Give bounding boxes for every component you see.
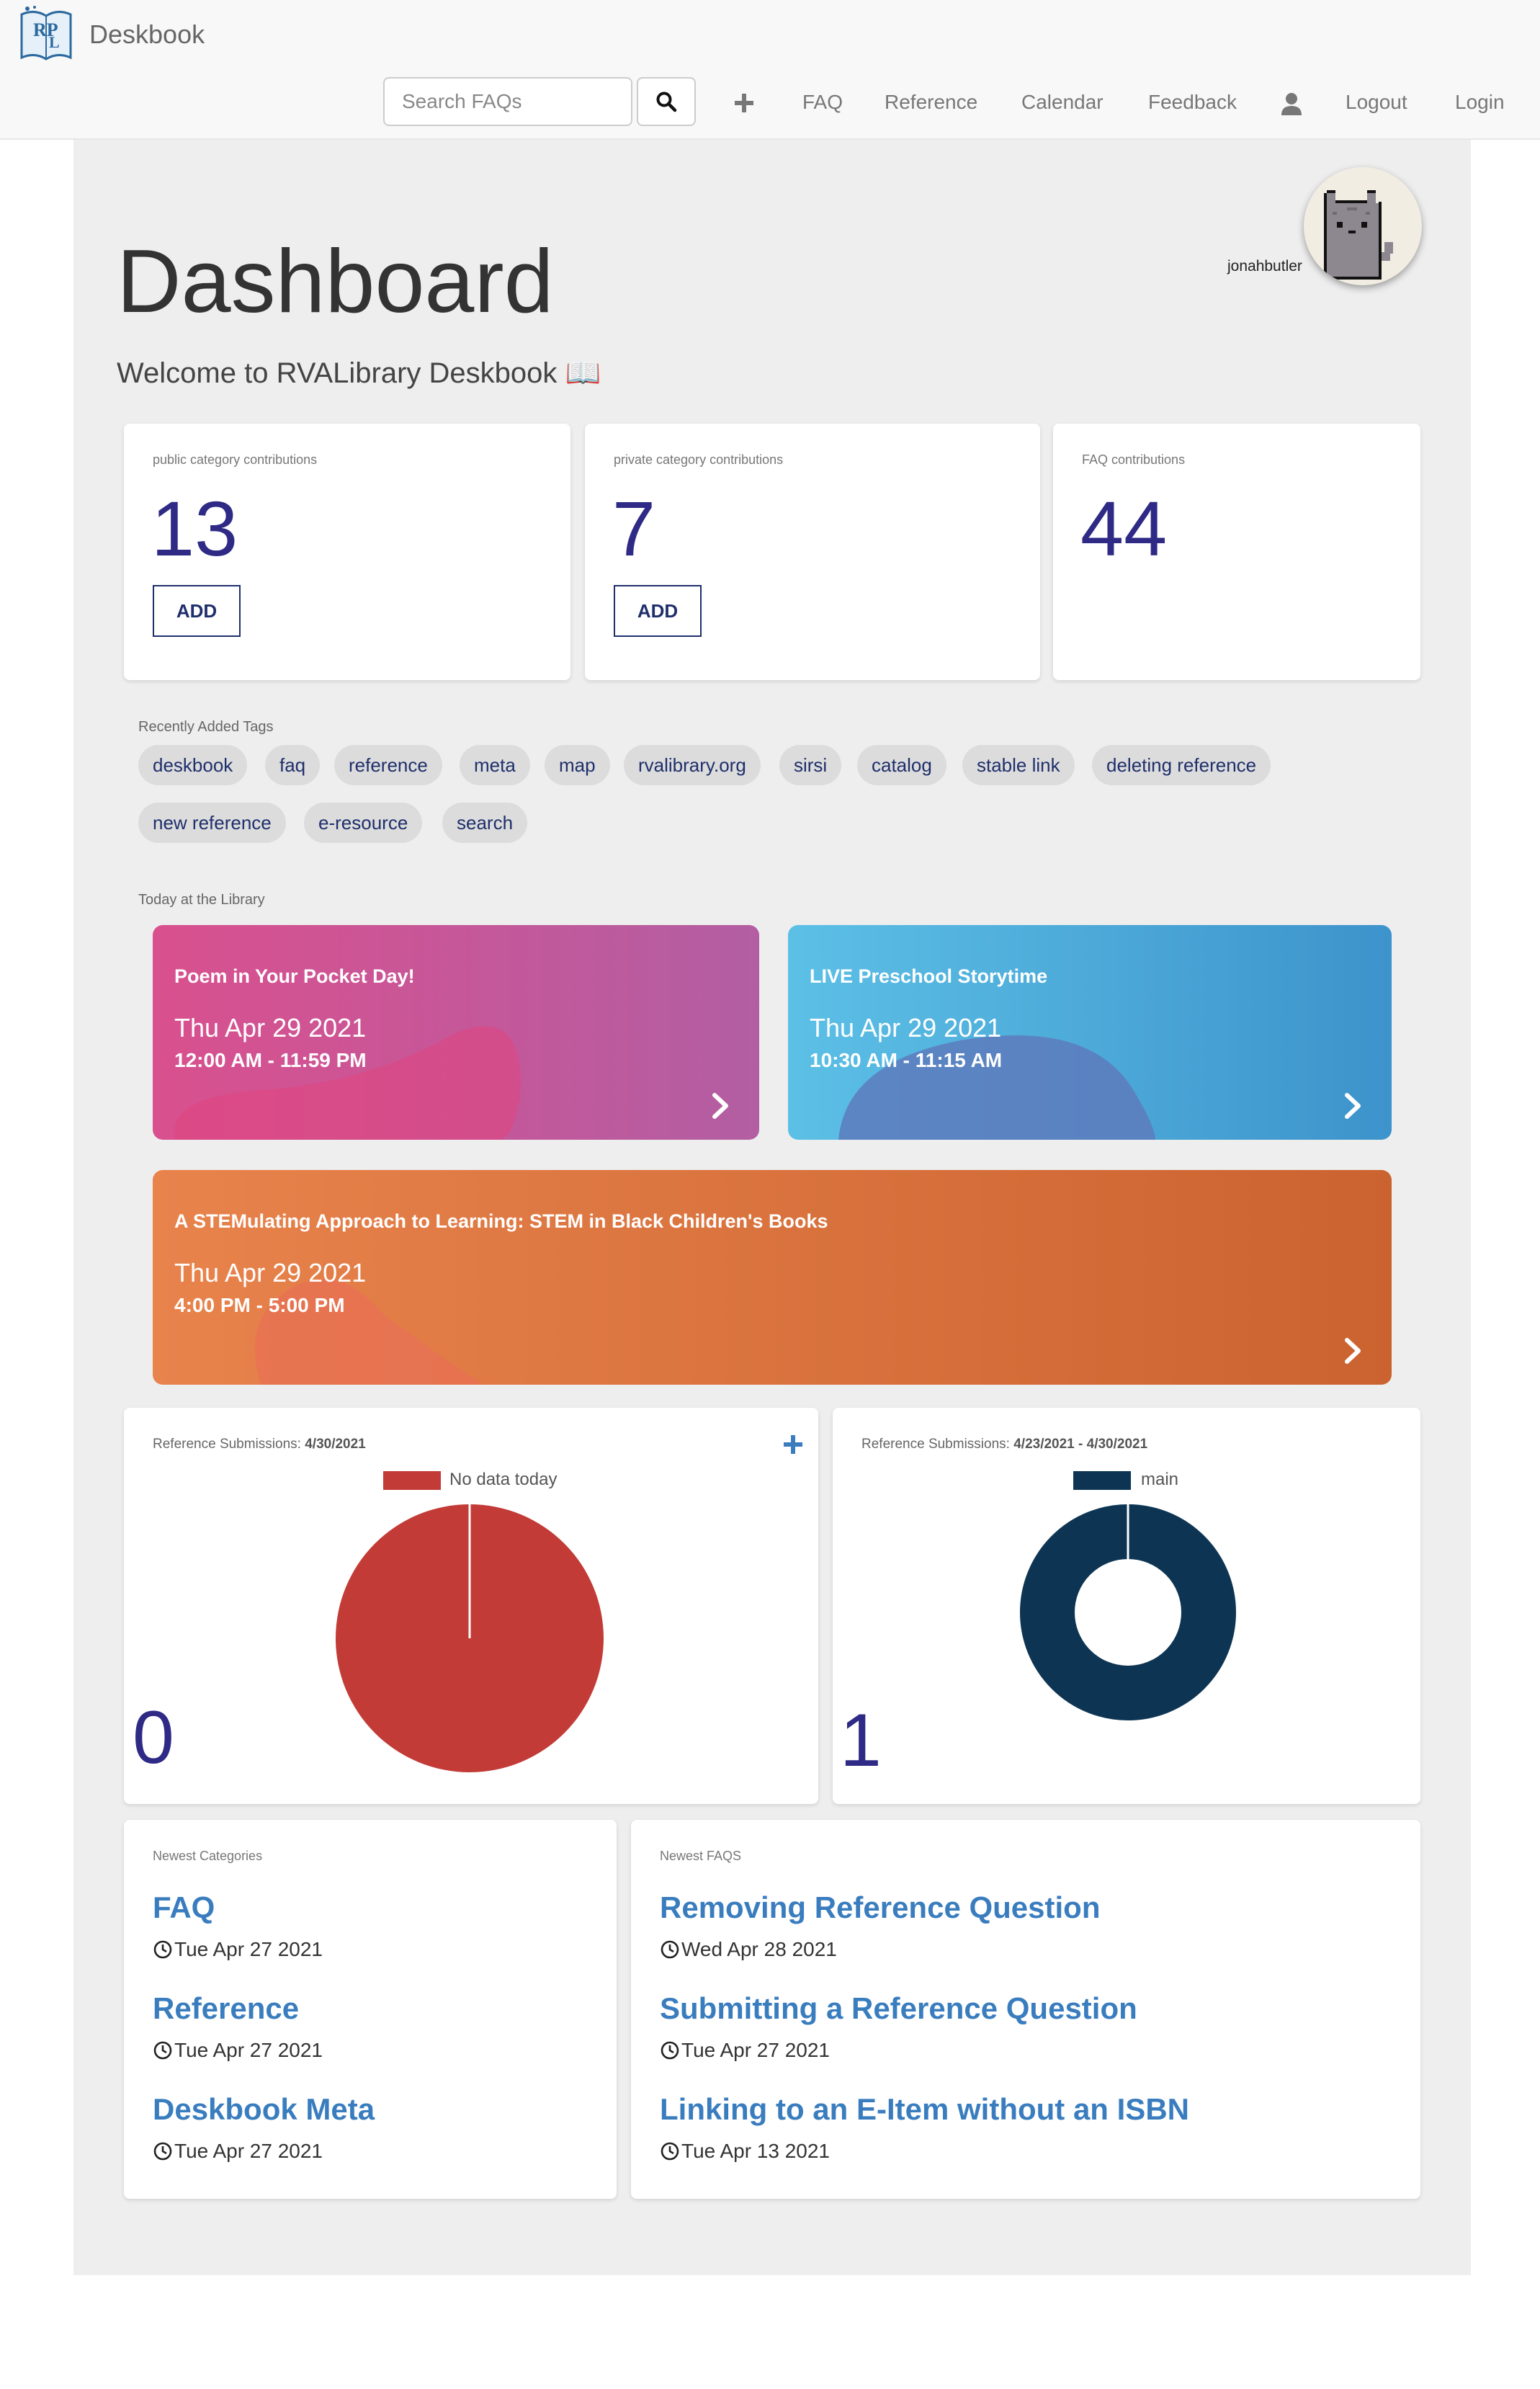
clock-icon [661, 2041, 679, 2060]
event-title: Poem in Your Pocket Day! [174, 965, 415, 987]
library-logo-icon: RP L [20, 6, 72, 61]
nav-calendar[interactable]: Calendar [1021, 81, 1103, 124]
faq-date: Wed Apr 28 2021 [660, 1938, 837, 1961]
faq-contributions-card: FAQ contributions 44 [1053, 424, 1420, 680]
search-icon [656, 91, 677, 112]
username-label: jonahbutler [1227, 258, 1302, 274]
tag-chip[interactable]: new reference [138, 803, 286, 843]
tag-chip[interactable]: search [442, 803, 528, 843]
weekly-submissions-card: Reference Submissions: 4/23/2021 - 4/30/… [833, 1408, 1420, 1804]
pixel-cat-avatar-icon [1324, 190, 1393, 280]
clock-icon [153, 1940, 172, 1959]
faq-date: Tue Apr 27 2021 [660, 2039, 830, 2062]
card-label: FAQ contributions [1082, 452, 1186, 467]
category-link[interactable]: FAQ [153, 1890, 215, 1925]
public-contributions-count: 13 [151, 485, 238, 572]
tag-chip[interactable]: e-resource [304, 803, 423, 843]
card-label: Newest FAQS [660, 1849, 742, 1863]
tag-chip[interactable]: reference [334, 745, 442, 785]
category-link[interactable]: Reference [153, 1991, 299, 2026]
user-avatar[interactable] [1304, 167, 1422, 285]
faq-link[interactable]: Submitting a Reference Question [660, 1991, 1137, 2026]
card-label: public category contributions [153, 452, 318, 467]
weekly-donut-chart [1020, 1504, 1236, 1720]
private-contributions-count: 7 [612, 485, 656, 572]
tag-chip[interactable]: stable link [962, 745, 1075, 785]
tag-chip[interactable]: meta [460, 745, 530, 785]
category-link[interactable]: Deskbook Meta [153, 2092, 375, 2127]
brand[interactable]: RP L Deskbook [17, 0, 205, 69]
faq-link[interactable]: Linking to an E-Item without an ISBN [660, 2092, 1189, 2127]
svg-text:L: L [49, 33, 60, 51]
event-title: A STEMulating Approach to Learning: STEM… [174, 1210, 828, 1232]
recent-tags-label: Recently Added Tags [138, 719, 274, 735]
event-time: 12:00 AM - 11:59 PM [174, 1049, 367, 1071]
tag-chip[interactable]: rvalibrary.org [624, 745, 761, 785]
tag-chip[interactable]: deskbook [138, 745, 248, 785]
category-date: Tue Apr 27 2021 [153, 2039, 323, 2062]
add-private-category-button[interactable]: ADD [614, 585, 702, 637]
tag-chip[interactable]: map [545, 745, 610, 785]
tag-chip[interactable]: faq [265, 745, 321, 785]
events-section-label: Today at the Library [138, 892, 265, 908]
faq-link[interactable]: Removing Reference Question [660, 1890, 1100, 1925]
chart-title: Reference Submissions: 4/23/2021 - 4/30/… [861, 1437, 1148, 1452]
daily-submissions-card: Reference Submissions: 4/30/2021 No data… [124, 1408, 818, 1804]
add-reference-plus-icon[interactable] [782, 1434, 804, 1455]
card-label: private category contributions [614, 452, 784, 467]
event-title: LIVE Preschool Storytime [810, 965, 1048, 987]
category-date: Tue Apr 27 2021 [153, 2140, 323, 2163]
clock-icon [153, 2041, 172, 2060]
plus-icon [735, 94, 753, 112]
clock-icon [661, 1940, 679, 1959]
nav-feedback[interactable]: Feedback [1148, 81, 1237, 124]
category-date: Tue Apr 27 2021 [153, 1938, 323, 1961]
welcome-message: Welcome to RVALibrary Deskbook 📖 [117, 357, 601, 389]
chart-title: Reference Submissions: 4/30/2021 [153, 1437, 366, 1452]
login-link[interactable]: Login [1455, 81, 1505, 124]
daily-submission-count: 0 [133, 1696, 174, 1780]
event-date: Thu Apr 29 2021 [810, 1013, 1002, 1042]
chevron-right-icon[interactable] [709, 1091, 733, 1121]
app-name: Deskbook [89, 19, 205, 49]
event-time: 4:00 PM - 5:00 PM [174, 1294, 345, 1316]
tag-chip[interactable]: catalog [857, 745, 946, 785]
daily-pie-chart [336, 1504, 604, 1772]
faq-contributions-count: 44 [1080, 485, 1168, 572]
event-card[interactable]: A STEMulating Approach to Learning: STEM… [153, 1170, 1392, 1385]
event-date: Thu Apr 29 2021 [174, 1258, 367, 1287]
user-icon [1281, 93, 1302, 115]
public-contributions-card: public category contributions 13 ADD [124, 424, 570, 680]
page-title: Dashboard [117, 232, 554, 331]
logout-link[interactable]: Logout [1346, 81, 1407, 124]
search-input[interactable] [383, 77, 632, 126]
card-label: Newest Categories [153, 1849, 263, 1863]
event-time: 10:30 AM - 11:15 AM [810, 1049, 1003, 1071]
chevron-right-icon[interactable] [1341, 1336, 1366, 1366]
tag-chip[interactable]: deleting reference [1092, 745, 1271, 785]
faq-date: Tue Apr 13 2021 [660, 2140, 830, 2163]
weekly-submission-count: 1 [840, 1699, 882, 1782]
search-button[interactable] [637, 77, 696, 126]
legend-swatch [1073, 1471, 1131, 1490]
event-date: Thu Apr 29 2021 [174, 1013, 367, 1042]
tag-chip[interactable]: sirsi [779, 745, 842, 785]
nav-faq[interactable]: FAQ [802, 81, 843, 124]
clock-icon [153, 2142, 172, 2161]
event-card[interactable]: LIVE Preschool Storytime Thu Apr 29 2021… [788, 925, 1392, 1140]
clock-icon [661, 2142, 679, 2161]
legend-label: No data today [449, 1470, 558, 1489]
user-profile-button[interactable] [1281, 81, 1302, 124]
private-contributions-card: private category contributions 7 ADD [585, 424, 1040, 680]
newest-categories-card: Newest Categories FAQ Tue Apr 27 2021 Re… [124, 1820, 617, 2199]
newest-faqs-card: Newest FAQS Removing Reference Question … [631, 1820, 1420, 2199]
legend-label: main [1141, 1470, 1179, 1489]
chevron-right-icon[interactable] [1341, 1091, 1366, 1121]
nav-reference[interactable]: Reference [885, 81, 977, 124]
navbar: RP L Deskbook FAQ Reference Calendar Fee… [0, 0, 1540, 140]
add-public-category-button[interactable]: ADD [153, 585, 241, 637]
add-new-button[interactable] [733, 81, 755, 124]
event-card[interactable]: Poem in Your Pocket Day! Thu Apr 29 2021… [153, 925, 759, 1140]
legend-swatch [383, 1471, 441, 1490]
